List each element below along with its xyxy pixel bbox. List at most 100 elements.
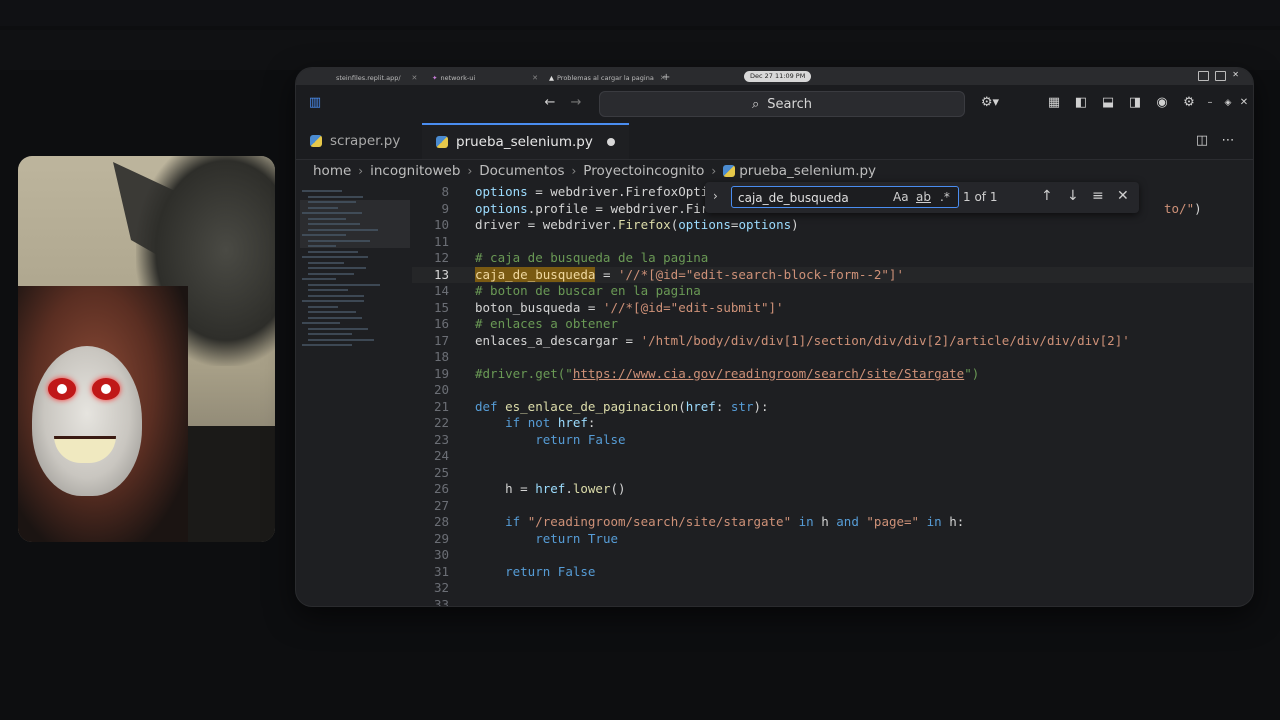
match-case-toggle[interactable]: Aa <box>893 190 909 204</box>
minimap-line <box>308 311 356 313</box>
code-line[interactable]: 20 <box>412 382 1253 399</box>
close-icon[interactable]: ✕ <box>412 74 418 82</box>
toggle-panel-icon[interactable]: ⬓ <box>1100 95 1116 111</box>
tray-restore-icon[interactable] <box>1198 71 1210 81</box>
breadcrumb-item[interactable]: Proyectoincognito <box>583 163 704 179</box>
back-arrow-icon[interactable]: ← <box>542 95 558 111</box>
code-line[interactable]: 28 if "/readingroom/search/site/stargate… <box>412 514 1253 531</box>
settings-gear-icon[interactable]: ⚙ <box>1181 95 1197 111</box>
line-number: 10 <box>433 217 449 232</box>
code-line[interactable]: 18 <box>412 349 1253 366</box>
code-line[interactable]: 25 <box>412 465 1253 482</box>
new-tab-button[interactable]: + <box>662 71 670 84</box>
code-text: return False <box>535 431 626 447</box>
code-line[interactable]: 13 caja_de_busqueda = '//*[@id="edit-sear… <box>412 266 1253 284</box>
code-line[interactable]: 12 # caja de busqueda de la pagina <box>412 250 1253 267</box>
code-line[interactable]: 26 h = href.lower() <box>412 481 1253 498</box>
code-text: # boton de buscar en la pagina <box>475 283 701 298</box>
breadcrumb-item[interactable]: prueba_selenium.py <box>739 163 876 179</box>
more-actions-icon[interactable]: ⋯ <box>1220 133 1236 149</box>
webcam-overlay <box>18 156 275 542</box>
breadcrumb-item[interactable]: home <box>313 163 351 179</box>
minimap-line <box>308 239 370 242</box>
browser-tab-title: Problemas al cargar la pagina <box>557 73 654 82</box>
code-line[interactable]: 17 enlaces_a_descargar = '/html/body/div/… <box>412 333 1253 350</box>
code-line[interactable]: 10 driver = webdriver.Firefox(options=opt… <box>412 217 1253 234</box>
code-line[interactable]: 33 <box>412 597 1253 607</box>
minimap-line <box>302 256 368 258</box>
next-match-arrow-icon[interactable]: ↓ <box>1067 188 1079 204</box>
code-line[interactable]: 23 return False <box>412 432 1253 449</box>
toggle-sidebar-icon[interactable]: ◧ <box>1073 95 1089 111</box>
background-toolbar <box>0 30 1280 70</box>
chevron-right-icon: › <box>711 164 717 178</box>
browser-tab[interactable]: steinfiles.replit.app/ ✕ <box>336 71 417 84</box>
minimap-line <box>308 338 374 341</box>
line-number: 26 <box>433 481 449 496</box>
breadcrumb-item[interactable]: Documentos <box>479 163 564 179</box>
maximize-icon[interactable]: ◈ <box>1220 95 1236 111</box>
split-editor-icon[interactable]: ◫ <box>1194 133 1210 149</box>
minimap-line <box>302 234 346 236</box>
browser-tab[interactable]: ▲ Problemas al cargar la pagina ✕ <box>549 71 666 84</box>
minimap-line <box>308 305 338 308</box>
breadcrumb: home › incognitoweb › Documentos › Proye… <box>313 162 876 180</box>
code-editor[interactable]: 8 options = webdriver.FirefoxOpti 9 options… <box>412 182 1253 606</box>
code-line[interactable]: 30 <box>412 547 1253 564</box>
close-window-icon[interactable]: ✕ <box>1236 95 1252 111</box>
app-logo-icon[interactable]: ▥ <box>307 95 323 111</box>
line-number: 22 <box>433 415 449 430</box>
code-line[interactable]: 27 <box>412 498 1253 515</box>
close-find-icon[interactable]: ✕ <box>1117 188 1129 204</box>
minimize-icon[interactable]: – <box>1202 95 1218 111</box>
code-text: def es_enlace_de_paginacion(href: str): <box>475 398 769 414</box>
tab-prueba-selenium[interactable]: prueba_selenium.py <box>422 123 629 159</box>
code-line[interactable]: 29 return True <box>412 531 1253 548</box>
python-file-icon <box>436 136 448 148</box>
copilot-icon[interactable]: ⚙▾ <box>978 95 1002 111</box>
toggle-secondary-sidebar-icon[interactable]: ◨ <box>1127 95 1143 111</box>
regex-toggle[interactable]: .* <box>940 190 950 204</box>
forward-arrow-icon[interactable]: → <box>568 95 584 111</box>
minimap[interactable] <box>296 182 412 606</box>
breadcrumb-item[interactable]: incognitoweb <box>370 163 460 179</box>
account-icon[interactable]: ◉ <box>1154 95 1170 111</box>
code-line[interactable]: 24 <box>412 448 1253 465</box>
code-line[interactable]: 31 return False <box>412 564 1253 581</box>
line-number: 19 <box>433 365 449 381</box>
code-line[interactable]: 14 # boton de buscar en la pagina <box>412 283 1253 300</box>
python-file-icon <box>310 135 322 147</box>
code-line[interactable]: 22 if not href: <box>412 415 1253 432</box>
find-in-selection-icon[interactable]: ≡ <box>1092 188 1104 204</box>
previous-match-arrow-icon[interactable]: ↑ <box>1041 188 1053 204</box>
code-line[interactable]: 21 def es_enlace_de_paginacion(href: str)… <box>412 399 1253 416</box>
code-line[interactable]: 32 <box>412 580 1253 597</box>
toggle-replace-icon[interactable]: › <box>713 189 718 203</box>
minimap-line <box>308 267 366 269</box>
line-number: 28 <box>433 514 449 529</box>
line-number: 33 <box>433 596 449 607</box>
command-search[interactable]: ⌕ Search <box>599 91 965 117</box>
whole-word-toggle[interactable]: ab <box>916 190 931 204</box>
line-number: 18 <box>433 349 449 364</box>
tray-window-icon[interactable] <box>1215 71 1227 81</box>
line-number: 11 <box>433 233 449 249</box>
tab-scraper[interactable]: scraper.py <box>296 123 414 159</box>
close-icon[interactable]: ✕ <box>532 74 538 82</box>
code-line[interactable]: 15 boton_busqueda = '//*[@id="edit-submit… <box>412 300 1253 317</box>
tab-label: scraper.py <box>330 133 401 149</box>
browser-tab[interactable]: ✦ network-ui ✕ <box>432 71 538 84</box>
browser-tab-strip: steinfiles.replit.app/ ✕ ✦ network-ui ✕ … <box>296 68 1253 85</box>
line-number: 24 <box>433 448 449 463</box>
browser-tab-title: steinfiles.replit.app/ <box>336 73 401 82</box>
code-text: options.profile = webdriver.Fire <box>475 200 716 216</box>
layout-customize-icon[interactable]: ▦ <box>1046 95 1062 111</box>
code-line[interactable]: 11 <box>412 234 1253 251</box>
code-line[interactable]: 19 #driver.get("https://www.cia.gov/readi… <box>412 366 1253 383</box>
code-text: enlaces_a_descargar = '/html/body/div/di… <box>475 332 1130 348</box>
tray-close-icon[interactable]: ✕ <box>1232 71 1239 81</box>
search-icon: ⌕ <box>752 96 760 112</box>
system-tray: ✕ <box>1198 71 1239 81</box>
code-line[interactable]: 16 # enlaces a obtener <box>412 316 1253 333</box>
unsaved-dot-icon[interactable] <box>606 138 615 146</box>
